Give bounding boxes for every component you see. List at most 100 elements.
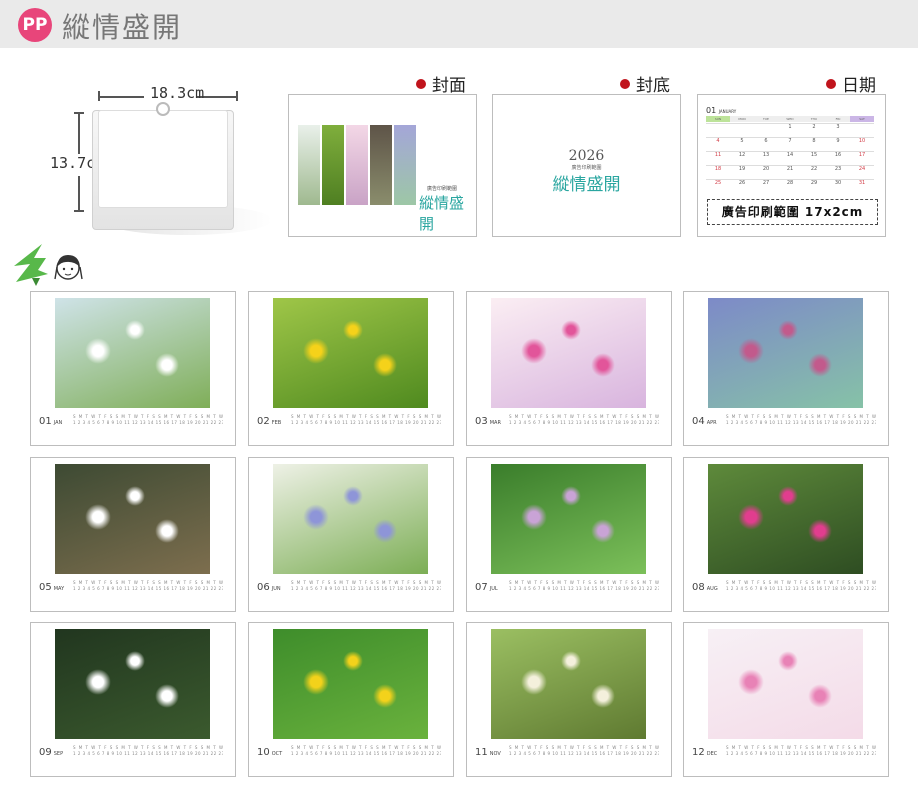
ad-print-area: 廣告印刷範圍 17x2cm bbox=[707, 199, 878, 225]
month-card[interactable]: 04 APR S M T W T F S S M T W T F S S M T W… bbox=[683, 291, 889, 446]
flower-blossom bbox=[125, 486, 145, 506]
label-date: 日期 bbox=[826, 71, 876, 96]
date-strip: 1 2 3 4 5 6 7 8 9 10 11 12 13 14 15 16 1… bbox=[291, 751, 441, 756]
month-number: 07 JUL bbox=[475, 582, 498, 593]
pp-logo-badge: PP bbox=[18, 8, 52, 42]
date-strip: 1 2 3 4 5 6 7 8 9 10 11 12 13 14 15 16 1… bbox=[509, 751, 659, 756]
date-strip: 1 2 3 4 5 6 7 8 9 10 11 12 13 14 15 16 1… bbox=[291, 420, 441, 425]
width-dimension: 18.3cm bbox=[150, 84, 205, 102]
month-card[interactable]: 11 NOV S M T W T F S S M T W T F S S M T W… bbox=[466, 622, 672, 777]
date-cell: 2 bbox=[802, 123, 826, 137]
flower-blossom bbox=[521, 338, 547, 364]
weekday-label: TUE bbox=[754, 116, 778, 122]
month-number: 08 AUG bbox=[692, 582, 718, 593]
mini-calendar-strip: S M T W T F S S M T W T F S S M T W T F … bbox=[291, 414, 441, 426]
month-number: 09 SEP bbox=[39, 747, 64, 758]
date-cell: 12 bbox=[730, 151, 754, 165]
date-cell bbox=[706, 123, 730, 137]
date-strip: 1 2 3 4 5 6 7 8 9 10 11 12 13 14 15 16 1… bbox=[509, 420, 659, 425]
flower-blossom bbox=[343, 486, 363, 506]
flower-blossom bbox=[808, 519, 832, 543]
month-card[interactable]: 12 DEC S M T W T F S S M T W T F S S M T W… bbox=[683, 622, 889, 777]
mini-calendar-strip: S M T W T F S S M T W T F S S M T W T F … bbox=[73, 414, 223, 426]
cover-photo-strip bbox=[298, 125, 320, 205]
red-dot-icon bbox=[826, 79, 836, 89]
cover-title: 縱情盛開 bbox=[419, 194, 465, 233]
flower-blossom bbox=[738, 338, 764, 364]
label-cover: 封面 bbox=[416, 71, 466, 96]
date-strip: 1 2 3 4 5 6 7 8 9 10 11 12 13 14 15 16 1… bbox=[509, 586, 659, 591]
mini-calendar-strip: S M T W T F S S M T W T F S S M T W T F … bbox=[726, 414, 876, 426]
date-strip: 1 2 3 4 5 6 7 8 9 10 11 12 13 14 15 16 1… bbox=[726, 751, 876, 756]
back-preview: 2026 廣告印刷範圍 縱情盛開 bbox=[492, 94, 681, 237]
flower-blossom bbox=[778, 320, 798, 340]
month-card[interactable]: 06 JUN S M T W T F S S M T W T F S S M T W… bbox=[248, 457, 454, 612]
date-cell: 26 bbox=[730, 179, 754, 193]
date-cell: 14 bbox=[778, 151, 802, 165]
mini-calendar-strip: S M T W T F S S M T W T F S S M T W T F … bbox=[291, 745, 441, 757]
flower-blossom bbox=[85, 338, 111, 364]
flower-photo bbox=[708, 298, 863, 408]
date-cell: 5 bbox=[730, 137, 754, 151]
flower-blossom bbox=[561, 486, 581, 506]
date-cell: 11 bbox=[706, 151, 730, 165]
mini-calendar-strip: S M T W T F S S M T W T F S S M T W T F … bbox=[509, 745, 659, 757]
month-number: 02 FEB bbox=[257, 416, 282, 427]
date-cell: 27 bbox=[754, 179, 778, 193]
date-cell: 30 bbox=[826, 179, 850, 193]
weekday-strip: S M T W T F S S M T W T F S S M T W T F … bbox=[509, 745, 659, 750]
flower-photo bbox=[491, 629, 646, 739]
cover-photo-strip bbox=[322, 125, 344, 205]
date-cell: 25 bbox=[706, 179, 730, 193]
height-tick-bottom bbox=[74, 210, 84, 212]
flower-photo bbox=[491, 464, 646, 574]
date-cell bbox=[730, 123, 754, 137]
month-card[interactable]: 02 FEB S M T W T F S S M T W T F S S M T W… bbox=[248, 291, 454, 446]
weekday-strip: S M T W T F S S M T W T F S S M T W T F … bbox=[726, 580, 876, 585]
weekday-strip: S M T W T F S S M T W T F S S M T W T F … bbox=[73, 414, 223, 419]
date-cell bbox=[754, 123, 778, 137]
flower-blossom bbox=[155, 353, 179, 377]
weekday-strip: S M T W T F S S M T W T F S S M T W T F … bbox=[291, 745, 441, 750]
date-cell: 10 bbox=[850, 137, 874, 151]
flower-blossom bbox=[808, 353, 832, 377]
flower-photo bbox=[273, 464, 428, 574]
date-cell: 31 bbox=[850, 179, 874, 193]
mini-calendar-strip: S M T W T F S S M T W T F S S M T W T F … bbox=[73, 745, 223, 757]
month-card[interactable]: 10 OCT S M T W T F S S M T W T F S S M T W… bbox=[248, 622, 454, 777]
date-cell: 15 bbox=[802, 151, 826, 165]
month-card[interactable]: 09 SEP S M T W T F S S M T W T F S S M T W… bbox=[30, 622, 236, 777]
weekday-strip: S M T W T F S S M T W T F S S M T W T F … bbox=[73, 745, 223, 750]
month-card[interactable]: 03 MAR S M T W T F S S M T W T F S S M T W… bbox=[466, 291, 672, 446]
flower-photo bbox=[491, 298, 646, 408]
cover-preview: 廣告印刷範圍 縱情盛開 bbox=[288, 94, 477, 237]
weekday-label: SUN bbox=[706, 116, 730, 122]
date-cell: 16 bbox=[826, 151, 850, 165]
date-cell: 4 bbox=[706, 137, 730, 151]
red-dot-icon bbox=[620, 79, 630, 89]
month-card[interactable]: 07 JUL S M T W T F S S M T W T F S S M T W… bbox=[466, 457, 672, 612]
flower-blossom bbox=[738, 669, 764, 695]
flower-blossom bbox=[591, 519, 615, 543]
weekday-header: SUN MON TUE WED THU FRI SAT bbox=[706, 116, 874, 122]
month-number: 04 APR bbox=[692, 416, 717, 427]
weekday-strip: S M T W T F S S M T W T F S S M T W T F … bbox=[291, 580, 441, 585]
month-card[interactable]: 08 AUG S M T W T F S S M T W T F S S M T W… bbox=[683, 457, 889, 612]
weekday-strip: S M T W T F S S M T W T F S S M T W T F … bbox=[726, 745, 876, 750]
month-card[interactable]: 05 MAY S M T W T F S S M T W T F S S M T W… bbox=[30, 457, 236, 612]
width-tick-right bbox=[236, 91, 238, 101]
date-cell: 23 bbox=[826, 165, 850, 179]
date-strip: 1 2 3 4 5 6 7 8 9 10 11 12 13 14 15 16 1… bbox=[726, 586, 876, 591]
back-title: 縱情盛開 bbox=[552, 175, 621, 195]
desk-calendar-stand bbox=[92, 102, 272, 235]
label-back: 封底 bbox=[620, 71, 670, 96]
date-cell: 19 bbox=[730, 165, 754, 179]
weekday-label: FRI bbox=[826, 116, 850, 122]
flower-blossom bbox=[778, 486, 798, 506]
weekday-label: SAT bbox=[850, 116, 874, 122]
date-cell: 21 bbox=[778, 165, 802, 179]
month-card[interactable]: 01 JAN S M T W T F S S M T W T F S S M T W… bbox=[30, 291, 236, 446]
flower-blossom bbox=[343, 651, 363, 671]
flower-blossom bbox=[561, 320, 581, 340]
date-cell: 7 bbox=[778, 137, 802, 151]
